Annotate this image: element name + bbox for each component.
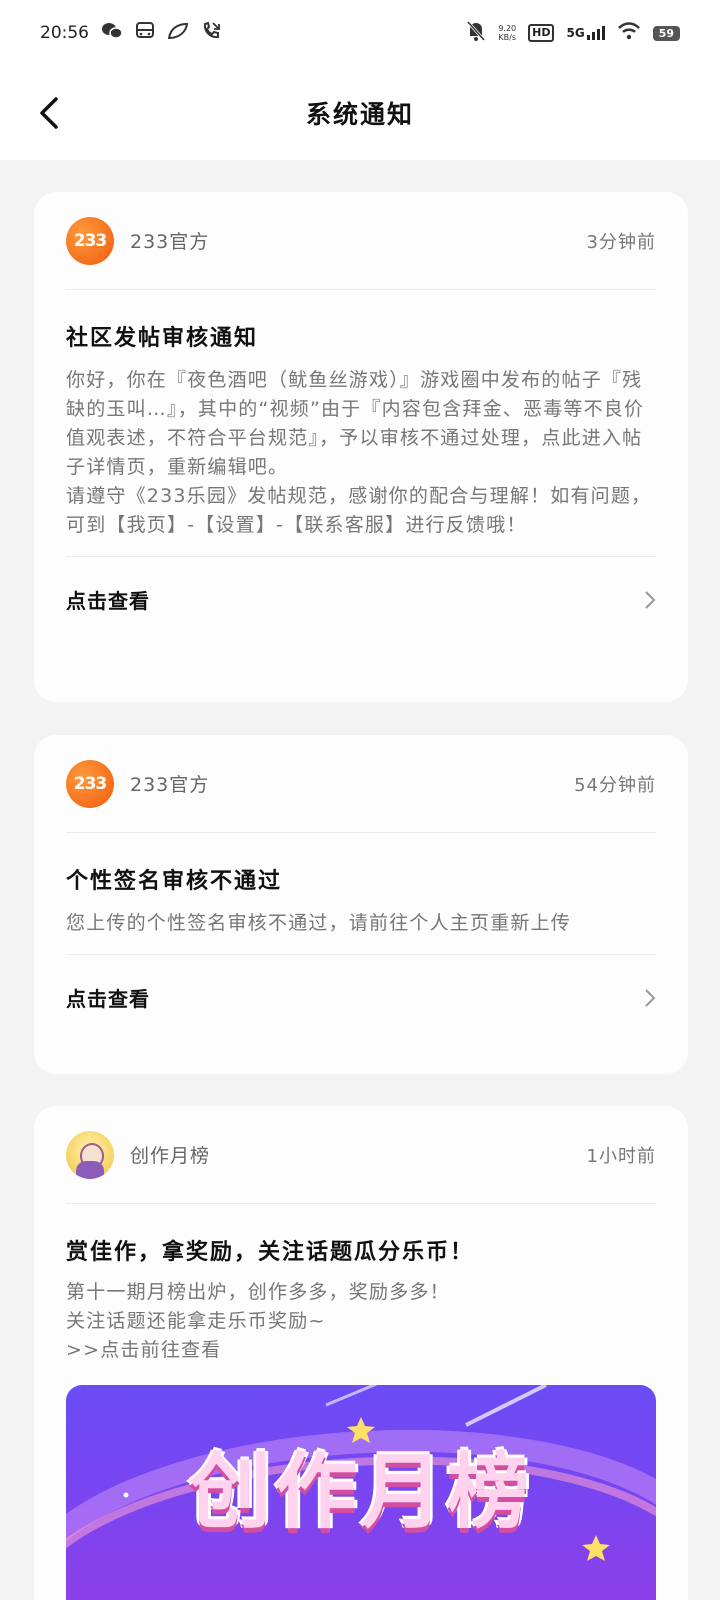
network-type: 5G — [566, 26, 585, 40]
notification-body: 你好，你在『夜色酒吧（鱿鱼丝游戏）』游戏圈中发布的帖子『残缺的玉叫…』，其中的“… — [66, 369, 652, 536]
card-header: 233 233官方 54分钟前 — [66, 735, 656, 833]
notification-body: 第十一期月榜出炉，创作多多，奖励多多！ 关注话题还能拿走乐币奖励~ >>点击前往… — [66, 1281, 450, 1361]
card-header: 创作月榜 1小时前 — [66, 1106, 656, 1204]
promo-banner[interactable]: 创作月榜 — [66, 1385, 656, 1600]
wifi-icon — [617, 21, 641, 45]
sender-name: 233官方 — [130, 774, 210, 796]
battery-indicator: 59 — [652, 25, 680, 41]
chevron-right-icon — [645, 988, 656, 1007]
hd-badge: HD — [528, 24, 555, 42]
creator-avatar-icon — [66, 1130, 114, 1179]
card-header: 233 233官方 3分钟前 — [66, 192, 656, 290]
sender-name: 创作月榜 — [130, 1145, 211, 1167]
page-title: 系统通知 — [305, 100, 414, 129]
signal-bars-icon — [586, 26, 605, 40]
bell-off-icon — [466, 20, 486, 47]
notification-card[interactable]: 233 233官方 3分钟前 社区发帖审核通知 你好，你在『夜色酒吧（鱿鱼丝游戏… — [34, 192, 688, 702]
notification-time: 54分钟前 — [574, 774, 656, 796]
view-details-button[interactable]: 点击查看 — [66, 556, 656, 642]
view-details-button[interactable]: 点击查看 — [66, 954, 656, 1040]
status-bar: 20:56 9.20 KB/s HD 5G 59 — [0, 0, 720, 66]
navigation-bar: 系统通知 — [0, 66, 720, 160]
bus-icon — [135, 21, 155, 46]
speed-value: 9.20 — [498, 24, 517, 33]
cellular-signal: 5G — [566, 26, 605, 40]
notification-card[interactable]: 233 233官方 54分钟前 个性签名审核不通过 您上传的个性签名审核不通过，… — [34, 735, 688, 1074]
notification-title: 赏佳作，拿奖励，关注话题瓜分乐币！ — [66, 1240, 475, 1265]
missed-call-icon — [201, 21, 221, 46]
official-logo-icon: 233 — [66, 216, 114, 265]
back-arrow-icon[interactable] — [34, 96, 64, 130]
view-details-label: 点击查看 — [66, 589, 150, 613]
status-time: 20:56 — [40, 23, 89, 43]
leaf-icon — [167, 22, 189, 45]
notification-time: 3分钟前 — [586, 231, 656, 253]
chevron-right-icon — [645, 590, 656, 609]
view-details-label: 点击查看 — [66, 987, 150, 1011]
notification-body: 您上传的个性签名审核不通过，请前往个人主页重新上传 — [66, 912, 572, 934]
wechat-icon — [101, 22, 123, 45]
speed-unit: KB/s — [498, 33, 517, 42]
notification-time: 1小时前 — [586, 1145, 656, 1167]
official-logo-icon: 233 — [66, 759, 114, 808]
notification-title: 社区发帖审核通知 — [66, 326, 259, 351]
banner-title: 创作月榜 — [188, 1445, 533, 1540]
notification-title: 个性签名审核不通过 — [66, 869, 283, 894]
notification-card[interactable]: 创作月榜 1小时前 赏佳作，拿奖励，关注话题瓜分乐币！ 第十一期月榜出炉，创作多… — [34, 1106, 688, 1600]
network-speed: 9.20 KB/s — [498, 24, 516, 42]
sender-name: 233官方 — [130, 231, 210, 253]
